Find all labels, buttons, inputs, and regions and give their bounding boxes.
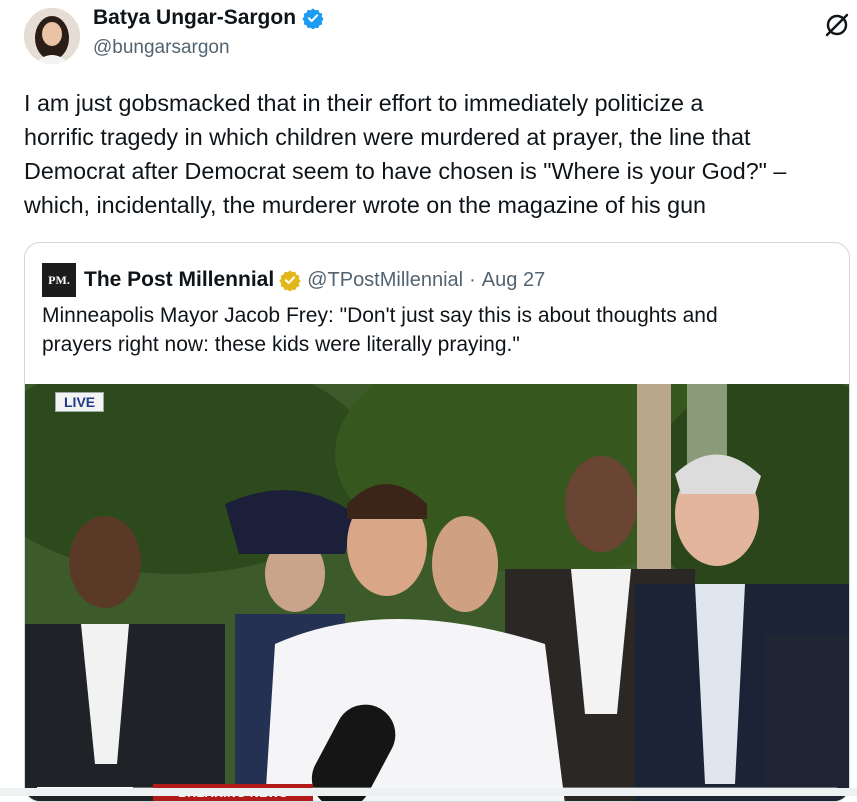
- quoted-tweet[interactable]: PM. The Post Millennial @TPostMillennial…: [24, 242, 850, 802]
- quoted-tweet-line: Minneapolis Mayor Jacob Frey: "Don't jus…: [42, 304, 718, 327]
- quoted-tweet-header: PM. The Post Millennial @TPostMillennial…: [42, 263, 545, 297]
- avatar[interactable]: [24, 8, 80, 64]
- video-frame: [25, 384, 849, 801]
- tweet-line: Democrat after Democrat seem to have cho…: [24, 158, 787, 184]
- grok-icon[interactable]: [822, 10, 852, 40]
- tweet-text: I am just gobsmacked that in their effor…: [24, 86, 854, 222]
- post-millennial-logo[interactable]: PM.: [42, 263, 76, 297]
- author-name[interactable]: Batya Ungar-Sargon: [93, 6, 324, 30]
- live-badge: LIVE: [55, 392, 105, 412]
- bottom-divider: [0, 788, 857, 796]
- quoted-tweet-text: Minneapolis Mayor Jacob Frey: "Don't jus…: [42, 301, 842, 359]
- gold-verified-badge-icon: [279, 270, 301, 291]
- quoted-tweet-date[interactable]: Aug 27: [482, 269, 545, 292]
- tweet-line: horrific tragedy in which children were …: [24, 124, 751, 150]
- video-player[interactable]: LIVE BREAKING NEWS: [25, 384, 849, 801]
- tweet-line: I am just gobsmacked that in their effor…: [24, 90, 704, 116]
- author-name-text[interactable]: Batya Ungar-Sargon: [93, 6, 296, 30]
- quoted-tweet-line: prayers right now: these kids were liter…: [42, 333, 520, 356]
- quoted-author-handle[interactable]: @TPostMillennial: [307, 269, 463, 292]
- verified-badge-icon: [302, 8, 324, 29]
- tweet-line: which, incidentally, the murderer wrote …: [24, 192, 707, 218]
- author-handle[interactable]: @bungarsargon: [93, 37, 230, 59]
- quoted-author-name[interactable]: The Post Millennial: [84, 268, 274, 292]
- separator-dot: ·: [469, 268, 476, 291]
- logo-text: PM.: [48, 272, 70, 287]
- avatar-image: [24, 8, 80, 64]
